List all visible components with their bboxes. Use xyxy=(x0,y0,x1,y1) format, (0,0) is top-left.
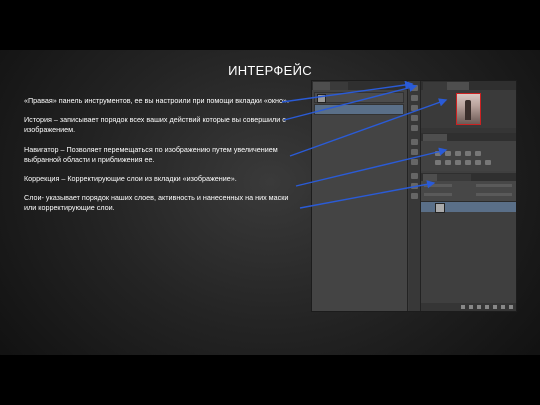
arrow-to-history xyxy=(283,83,418,121)
arrow-to-layers xyxy=(299,180,436,209)
pointer-arrows xyxy=(281,80,448,209)
slide: ИНТЕРФЕЙС «Правая» панель инструментов, … xyxy=(0,0,540,405)
arrow-to-navigator xyxy=(289,98,448,157)
arrow-to-adjustments xyxy=(295,147,448,187)
arrow-to-tools xyxy=(281,80,414,103)
